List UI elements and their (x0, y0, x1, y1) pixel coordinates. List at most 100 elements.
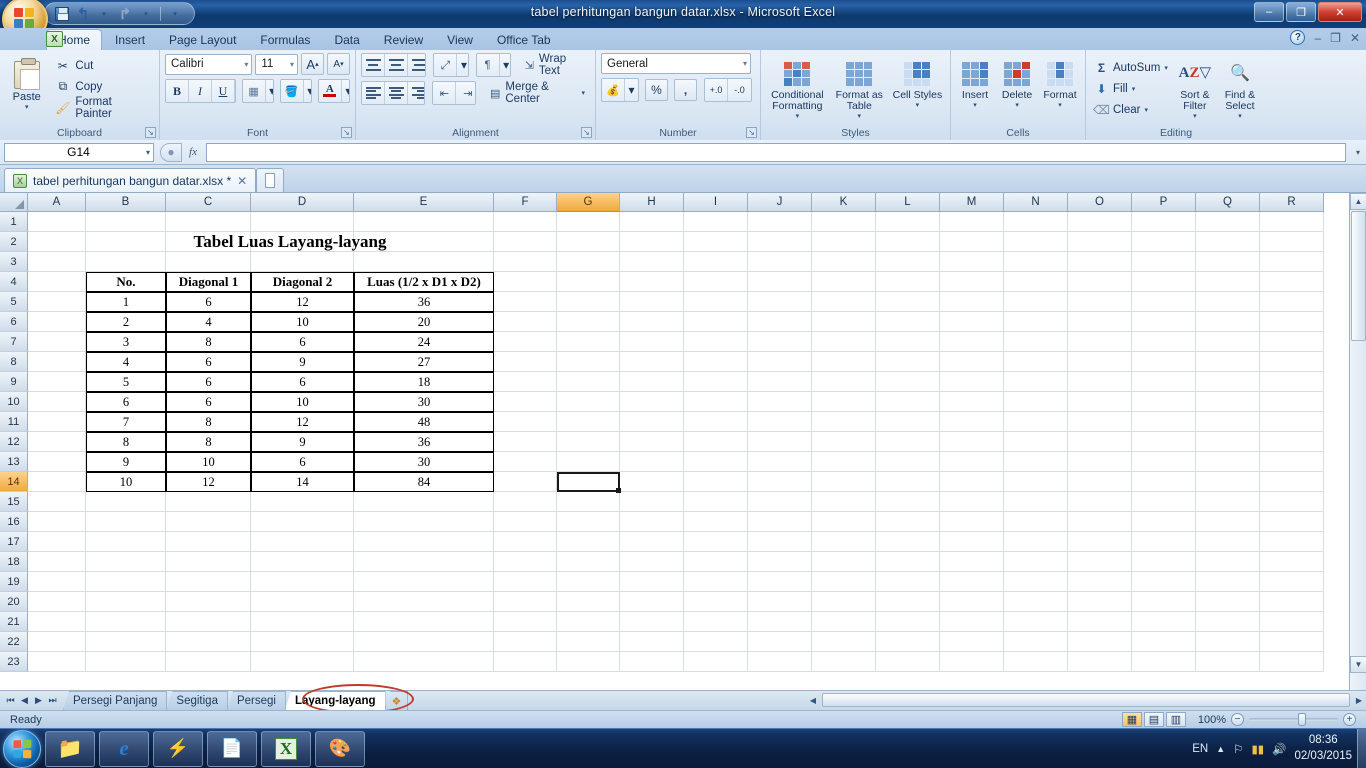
column-header-g[interactable]: G (557, 193, 620, 212)
clipboard-dialog-launcher[interactable]: ↘ (145, 127, 156, 138)
cut-button[interactable]: ✂ Cut (51, 56, 154, 75)
table-data-cell[interactable]: 6 (251, 452, 354, 472)
next-sheet-button[interactable]: ▶ (32, 695, 45, 706)
tab-office-tab[interactable]: Office Tab (486, 29, 562, 50)
name-box[interactable]: G14 ▾ (4, 142, 154, 162)
table-data-cell[interactable]: 8 (166, 432, 251, 452)
doc-minimize-button[interactable]: – (1314, 31, 1321, 45)
row-header-2[interactable]: 2 (0, 232, 28, 252)
table-data-cell[interactable]: 6 (166, 352, 251, 372)
find-select-button[interactable]: 🔍 Find & Select ▾ (1219, 55, 1261, 121)
delete-dropdown-icon[interactable]: ▾ (1015, 102, 1019, 110)
tab-page-layout[interactable]: Page Layout (158, 29, 247, 50)
document-tab[interactable]: X tabel perhitungan bangun datar.xlsx * … (4, 168, 257, 192)
fill-handle[interactable] (616, 488, 621, 493)
taskbar-excel[interactable]: X (261, 730, 311, 767)
zoom-out-button[interactable]: − (1231, 713, 1244, 726)
column-header-f[interactable]: F (494, 193, 557, 212)
table-data-cell[interactable]: 24 (354, 332, 494, 352)
table-data-cell[interactable]: 5 (86, 372, 166, 392)
sheet-tab-persegi-panjang[interactable]: Persegi Panjang (63, 691, 168, 710)
column-header-c[interactable]: C (166, 193, 251, 212)
format-dropdown-icon[interactable]: ▾ (1058, 102, 1062, 110)
vertical-scroll-thumb[interactable] (1351, 211, 1366, 341)
table-data-cell[interactable]: 9 (251, 352, 354, 372)
row-header-1[interactable]: 1 (0, 212, 28, 232)
row-header-16[interactable]: 16 (0, 512, 28, 532)
row-header-19[interactable]: 19 (0, 572, 28, 592)
horizontal-scrollbar[interactable]: ◀ ▶ (806, 690, 1366, 710)
table-data-cell[interactable]: 4 (166, 312, 251, 332)
column-header-n[interactable]: N (1004, 193, 1068, 212)
row-header-18[interactable]: 18 (0, 552, 28, 572)
font-name-input[interactable]: Calibri ▾ (165, 53, 253, 75)
page-break-view-button[interactable]: ▥ (1166, 712, 1186, 727)
autosum-dropdown-icon[interactable]: ▾ (1164, 64, 1168, 72)
prev-sheet-button[interactable]: ◀ (18, 695, 31, 706)
table-data-cell[interactable]: 6 (86, 392, 166, 412)
autosum-button[interactable]: Σ AutoSum ▾ (1091, 58, 1171, 78)
insert-cells-button[interactable]: Insert ▾ (956, 55, 994, 121)
row-header-20[interactable]: 20 (0, 592, 28, 612)
row-header-21[interactable]: 21 (0, 612, 28, 632)
merge-center-button[interactable]: ▤ Merge & Center ▾ (485, 81, 590, 105)
scroll-up-button[interactable]: ▲ (1350, 193, 1366, 210)
chevron-down-icon[interactable]: ▾ (146, 148, 150, 157)
doc-restore-button[interactable]: ❐ (1330, 31, 1341, 45)
taskbar-explorer[interactable]: 📁 (45, 730, 95, 767)
table-data-cell[interactable]: 10 (251, 392, 354, 412)
fill-button[interactable]: ⬇ Fill ▾ (1091, 79, 1171, 99)
minimize-button[interactable]: – (1254, 2, 1284, 22)
last-sheet-button[interactable]: ⏭ (46, 695, 59, 706)
paste-dropdown-icon[interactable]: ▾ (25, 103, 29, 111)
cancel-entry-button[interactable]: ● (160, 142, 182, 162)
sort-filter-button[interactable]: AZ ▽ Sort & Filter ▾ (1174, 55, 1216, 121)
column-header-r[interactable]: R (1260, 193, 1324, 212)
table-data-cell[interactable]: 84 (354, 472, 494, 492)
format-as-table-dropdown-icon[interactable]: ▾ (858, 113, 862, 121)
column-header-k[interactable]: K (812, 193, 876, 212)
row-header-10[interactable]: 10 (0, 392, 28, 412)
column-header-a[interactable]: A (28, 193, 86, 212)
borders-button[interactable]: ▦ (242, 80, 266, 102)
doc-close-button[interactable]: ✕ (1350, 31, 1360, 45)
clock[interactable]: 08:36 02/03/2015 (1294, 733, 1352, 764)
table-data-cell[interactable]: 6 (251, 332, 354, 352)
tab-formulas[interactable]: Formulas (249, 29, 321, 50)
table-data-cell[interactable]: 8 (166, 412, 251, 432)
formula-input[interactable] (206, 142, 1346, 162)
row-header-15[interactable]: 15 (0, 492, 28, 512)
grow-font-button[interactable]: A ▴ (301, 53, 324, 75)
table-data-cell[interactable]: 8 (166, 332, 251, 352)
language-indicator[interactable]: EN (1192, 743, 1208, 755)
conditional-formatting-button[interactable]: Conditional Formatting ▾ (766, 55, 829, 121)
column-header-b[interactable]: B (86, 193, 166, 212)
clear-button[interactable]: ⌫ Clear ▾ (1091, 100, 1171, 120)
copy-button[interactable]: ⧉ Copy (51, 77, 154, 96)
cell-styles-dropdown-icon[interactable]: ▾ (916, 102, 920, 110)
text-direction-button[interactable]: ¶ (476, 54, 500, 76)
row-header-8[interactable]: 8 (0, 352, 28, 372)
conditional-formatting-dropdown-icon[interactable]: ▾ (796, 113, 800, 121)
row-header-12[interactable]: 12 (0, 432, 28, 452)
table-data-cell[interactable]: 30 (354, 452, 494, 472)
row-header-4[interactable]: 4 (0, 272, 28, 292)
alignment-dialog-launcher[interactable]: ↘ (581, 127, 592, 138)
table-data-cell[interactable]: 27 (354, 352, 494, 372)
align-bottom-button[interactable] (408, 54, 426, 76)
zoom-track[interactable] (1249, 713, 1338, 726)
show-hidden-icons-icon[interactable]: ▲ (1216, 744, 1225, 754)
fill-color-dropdown-icon[interactable]: ▾ (303, 80, 311, 102)
column-header-m[interactable]: M (940, 193, 1004, 212)
sheet-tab-layang-layang[interactable]: Layang-layang (284, 691, 386, 710)
find-select-dropdown-icon[interactable]: ▾ (1238, 113, 1242, 121)
column-header-l[interactable]: L (876, 193, 940, 212)
fill-color-button[interactable]: 🪣 (280, 80, 304, 102)
taskbar-internet-explorer[interactable]: e (99, 730, 149, 767)
network-icon[interactable]: ▮▮ (1251, 742, 1264, 756)
zoom-slider[interactable]: − + (1231, 713, 1356, 726)
tab-review[interactable]: Review (373, 29, 434, 50)
sort-filter-dropdown-icon[interactable]: ▾ (1193, 113, 1197, 121)
table-data-cell[interactable]: 10 (251, 312, 354, 332)
row-header-7[interactable]: 7 (0, 332, 28, 352)
